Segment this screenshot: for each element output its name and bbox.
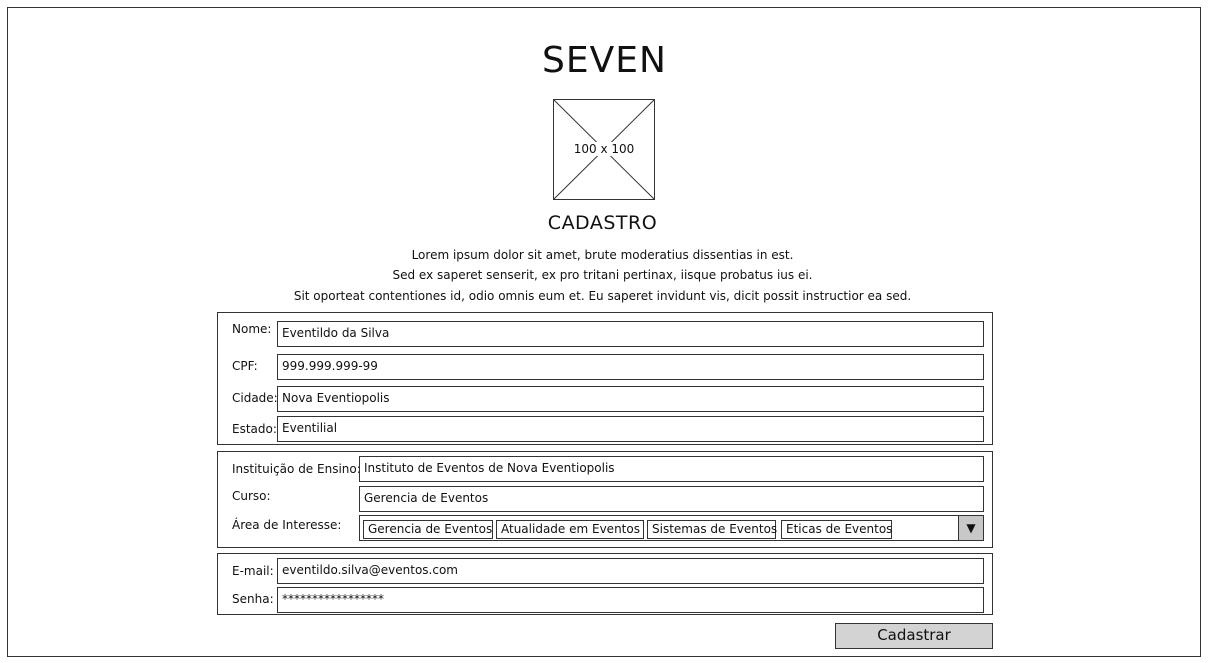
nome-field[interactable]: Eventildo da Silva: [277, 321, 984, 347]
cpf-field[interactable]: 999.999.999-99: [277, 354, 984, 380]
personal-info-panel: Nome: Eventildo da Silva CPF: 999.999.99…: [217, 312, 993, 445]
cidade-label: Cidade:: [232, 391, 278, 405]
cadastrar-button[interactable]: Cadastrar: [835, 623, 993, 649]
area-chip-gerencia[interactable]: Gerencia de Eventos: [363, 520, 493, 539]
description-line-3: Sit oporteat contentiones id, odio omnis…: [293, 289, 912, 303]
senha-label: Senha:: [232, 592, 274, 606]
description-line-2: Sed ex saperet senserit, ex pro tritani …: [392, 268, 813, 282]
estado-label: Estado:: [232, 422, 277, 436]
page-subtitle: CADASTRO: [547, 212, 658, 234]
area-chip-sistemas[interactable]: Sistemas de Eventos: [647, 520, 777, 539]
description-line-1: Lorem ipsum dolor sit amet, brute modera…: [411, 248, 794, 262]
curso-field[interactable]: Gerencia de Eventos: [359, 486, 984, 512]
triangle-down-icon: ▼: [966, 521, 976, 535]
cidade-field[interactable]: Nova Eventiopolis: [277, 386, 984, 412]
app-title: SEVEN: [542, 40, 667, 81]
logo-image-placeholder: 100 x 100: [553, 99, 655, 200]
area-chip-eticas[interactable]: Eticas de Eventos: [781, 520, 892, 539]
cpf-label: CPF:: [232, 359, 258, 373]
email-field[interactable]: eventildo.silva@eventos.com: [277, 558, 984, 584]
dropdown-toggle-button[interactable]: ▼: [958, 516, 983, 540]
account-info-panel: E-mail: eventildo.silva@eventos.com Senh…: [217, 553, 993, 615]
senha-field[interactable]: *****************: [277, 587, 984, 613]
area-interesse-multiselect[interactable]: Gerencia de Eventos Atualidade em Evento…: [359, 515, 984, 541]
area-interesse-label: Área de Interesse:: [232, 518, 342, 532]
email-label: E-mail:: [232, 564, 274, 578]
area-chip-atualidade[interactable]: Atualidade em Eventos: [496, 520, 644, 539]
curso-label: Curso:: [232, 489, 271, 503]
estado-field[interactable]: Eventilial: [277, 416, 984, 442]
instituicao-field[interactable]: Instituto de Eventos de Nova Eventiopoli…: [359, 456, 984, 482]
instituicao-label: Instituição de Ensino:: [232, 462, 361, 476]
academic-info-panel: Instituição de Ensino: Instituto de Even…: [217, 451, 993, 548]
image-placeholder-label: 100 x 100: [572, 142, 636, 156]
nome-label: Nome:: [232, 322, 272, 336]
